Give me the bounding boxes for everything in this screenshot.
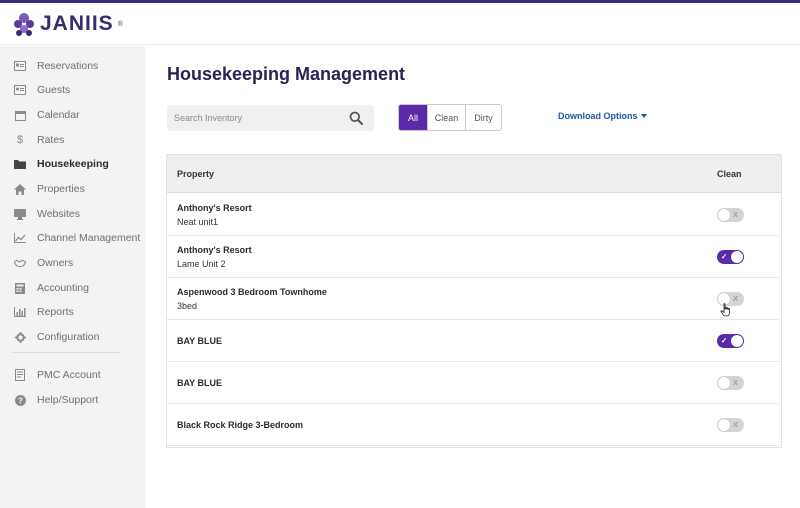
search-input[interactable] [174, 109, 344, 127]
clean-toggle[interactable]: X [717, 418, 744, 432]
table-row: BAY BLUE X [167, 362, 779, 404]
sidebar-item-label: PMC Account [37, 369, 101, 381]
sidebar-divider [12, 352, 120, 353]
sidebar-item-housekeeping[interactable]: Housekeeping [0, 153, 145, 175]
sidebar-item-label: Websites [37, 208, 80, 220]
sidebar-item-channel-management[interactable]: Channel Management [0, 227, 145, 249]
sidebar-item-label: Reports [37, 306, 74, 318]
sidebar-item-label: Accounting [37, 282, 89, 294]
sidebar-item-help-support[interactable]: ? Help/Support [0, 389, 145, 411]
account-icon [14, 369, 26, 381]
toggle-knob [718, 419, 730, 431]
property-name: Anthony's Resort [177, 245, 252, 255]
sidebar-item-label: Guests [37, 84, 71, 96]
sidebar-item-accounting[interactable]: Accounting [0, 277, 145, 299]
toggle-knob [731, 335, 743, 347]
table-header: Property Clean [167, 155, 781, 193]
table-row: Anthony's Resort Lame Unit 2 ✓ [167, 236, 779, 278]
filter-dirty-button[interactable]: Dirty [465, 105, 501, 130]
caret-down-icon [640, 114, 647, 118]
gear-icon [14, 331, 26, 343]
app-header: JANIIS ® [0, 3, 800, 45]
download-options-label: Download Options [558, 111, 638, 121]
sidebar: Reservations Guests Calendar $ Rates Hou… [0, 46, 145, 508]
table-row: Anthony's Resort Neat unit1 X [167, 194, 779, 236]
column-header-property[interactable]: Property [177, 169, 214, 179]
sidebar-item-label: Properties [37, 183, 85, 195]
sidebar-item-websites[interactable]: Websites [0, 203, 145, 225]
page-title: Housekeeping Management [167, 64, 406, 84]
search-icon[interactable] [349, 111, 363, 125]
sidebar-item-label: Reservations [37, 60, 99, 72]
sidebar-item-label: Help/Support [37, 394, 99, 406]
sidebar-item-rates[interactable]: $ Rates [0, 129, 145, 151]
sidebar-item-reports[interactable]: Reports [0, 301, 145, 323]
table-row: Black Rock Ridge 3-Bedroom X [167, 404, 779, 446]
sidebar-item-owners[interactable]: Owners [0, 252, 145, 274]
sidebar-item-pmc-account[interactable]: PMC Account [0, 364, 145, 386]
sidebar-item-label: Configuration [37, 331, 100, 343]
sidebar-item-label: Owners [37, 257, 74, 269]
sidebar-item-guests[interactable]: Guests [0, 79, 145, 101]
bar-chart-icon [14, 306, 26, 318]
filter-button-group: All Clean Dirty [398, 104, 502, 131]
brand-logo[interactable]: JANIIS ® [12, 11, 123, 37]
toggle-knob [731, 251, 743, 263]
filter-all-button[interactable]: All [399, 105, 427, 130]
brand-name: JANIIS [40, 12, 114, 35]
guests-icon [14, 84, 26, 96]
toggle-knob [718, 209, 730, 221]
reservations-icon [14, 60, 26, 72]
filter-clean-button[interactable]: Clean [427, 105, 465, 130]
sidebar-item-label: Rates [37, 134, 65, 146]
property-name: Aspenwood 3 Bedroom Townhome [177, 287, 327, 297]
column-header-clean[interactable]: Clean [717, 169, 742, 179]
calculator-icon [14, 282, 26, 294]
sidebar-item-calendar[interactable]: Calendar [0, 104, 145, 126]
check-icon: ✓ [721, 252, 728, 261]
property-name: BAY BLUE [177, 378, 223, 388]
monitor-icon [14, 208, 26, 220]
janiis-logo-icon [14, 13, 34, 36]
sidebar-item-label: Housekeeping [37, 158, 109, 170]
table-row: BAY BLUE ✓ [167, 320, 779, 362]
sidebar-item-reservations[interactable]: Reservations [0, 55, 145, 77]
property-name: BAY BLUE [177, 336, 223, 346]
sidebar-item-configuration[interactable]: Configuration [0, 326, 145, 348]
property-name: Black Rock Ridge 3-Bedroom [177, 420, 304, 430]
chart-line-icon [14, 232, 26, 244]
hand-pointer-icon [720, 303, 730, 317]
sidebar-item-label: Calendar [37, 109, 80, 121]
dollar-icon: $ [16, 134, 24, 146]
clean-toggle[interactable]: X [717, 376, 744, 390]
unit-name: Lame Unit 2 [177, 259, 226, 269]
search-box [167, 105, 374, 131]
check-icon: ✓ [721, 336, 728, 345]
property-name: Anthony's Resort [177, 203, 252, 213]
table-row: Aspenwood 3 Bedroom Townhome 3bed X [167, 278, 779, 320]
table-scrollbar[interactable] [781, 195, 782, 447]
calendar-icon [14, 109, 26, 121]
housekeeping-table: Property Clean Anthony's Resort Neat uni… [166, 154, 782, 448]
x-icon: X [733, 420, 739, 429]
brand-registered-mark: ® [117, 20, 123, 28]
sidebar-item-label: Channel Management [37, 232, 141, 244]
download-options-dropdown[interactable]: Download Options [558, 111, 647, 121]
clean-toggle[interactable]: ✓ [717, 250, 744, 264]
help-icon: ? [14, 394, 26, 406]
toggle-knob [718, 377, 730, 389]
unit-name: Neat unit1 [177, 217, 219, 227]
folder-icon [14, 158, 26, 170]
unit-name: 3bed [177, 301, 198, 311]
handshake-icon [14, 257, 26, 269]
sidebar-item-properties[interactable]: Properties [0, 178, 145, 200]
clean-toggle[interactable]: ✓ [717, 334, 744, 348]
x-icon: X [733, 378, 739, 387]
clean-toggle[interactable]: X [717, 208, 744, 222]
x-icon: X [733, 210, 739, 219]
svg-text:?: ? [18, 396, 23, 405]
x-icon: X [733, 294, 739, 303]
home-icon [14, 183, 26, 195]
